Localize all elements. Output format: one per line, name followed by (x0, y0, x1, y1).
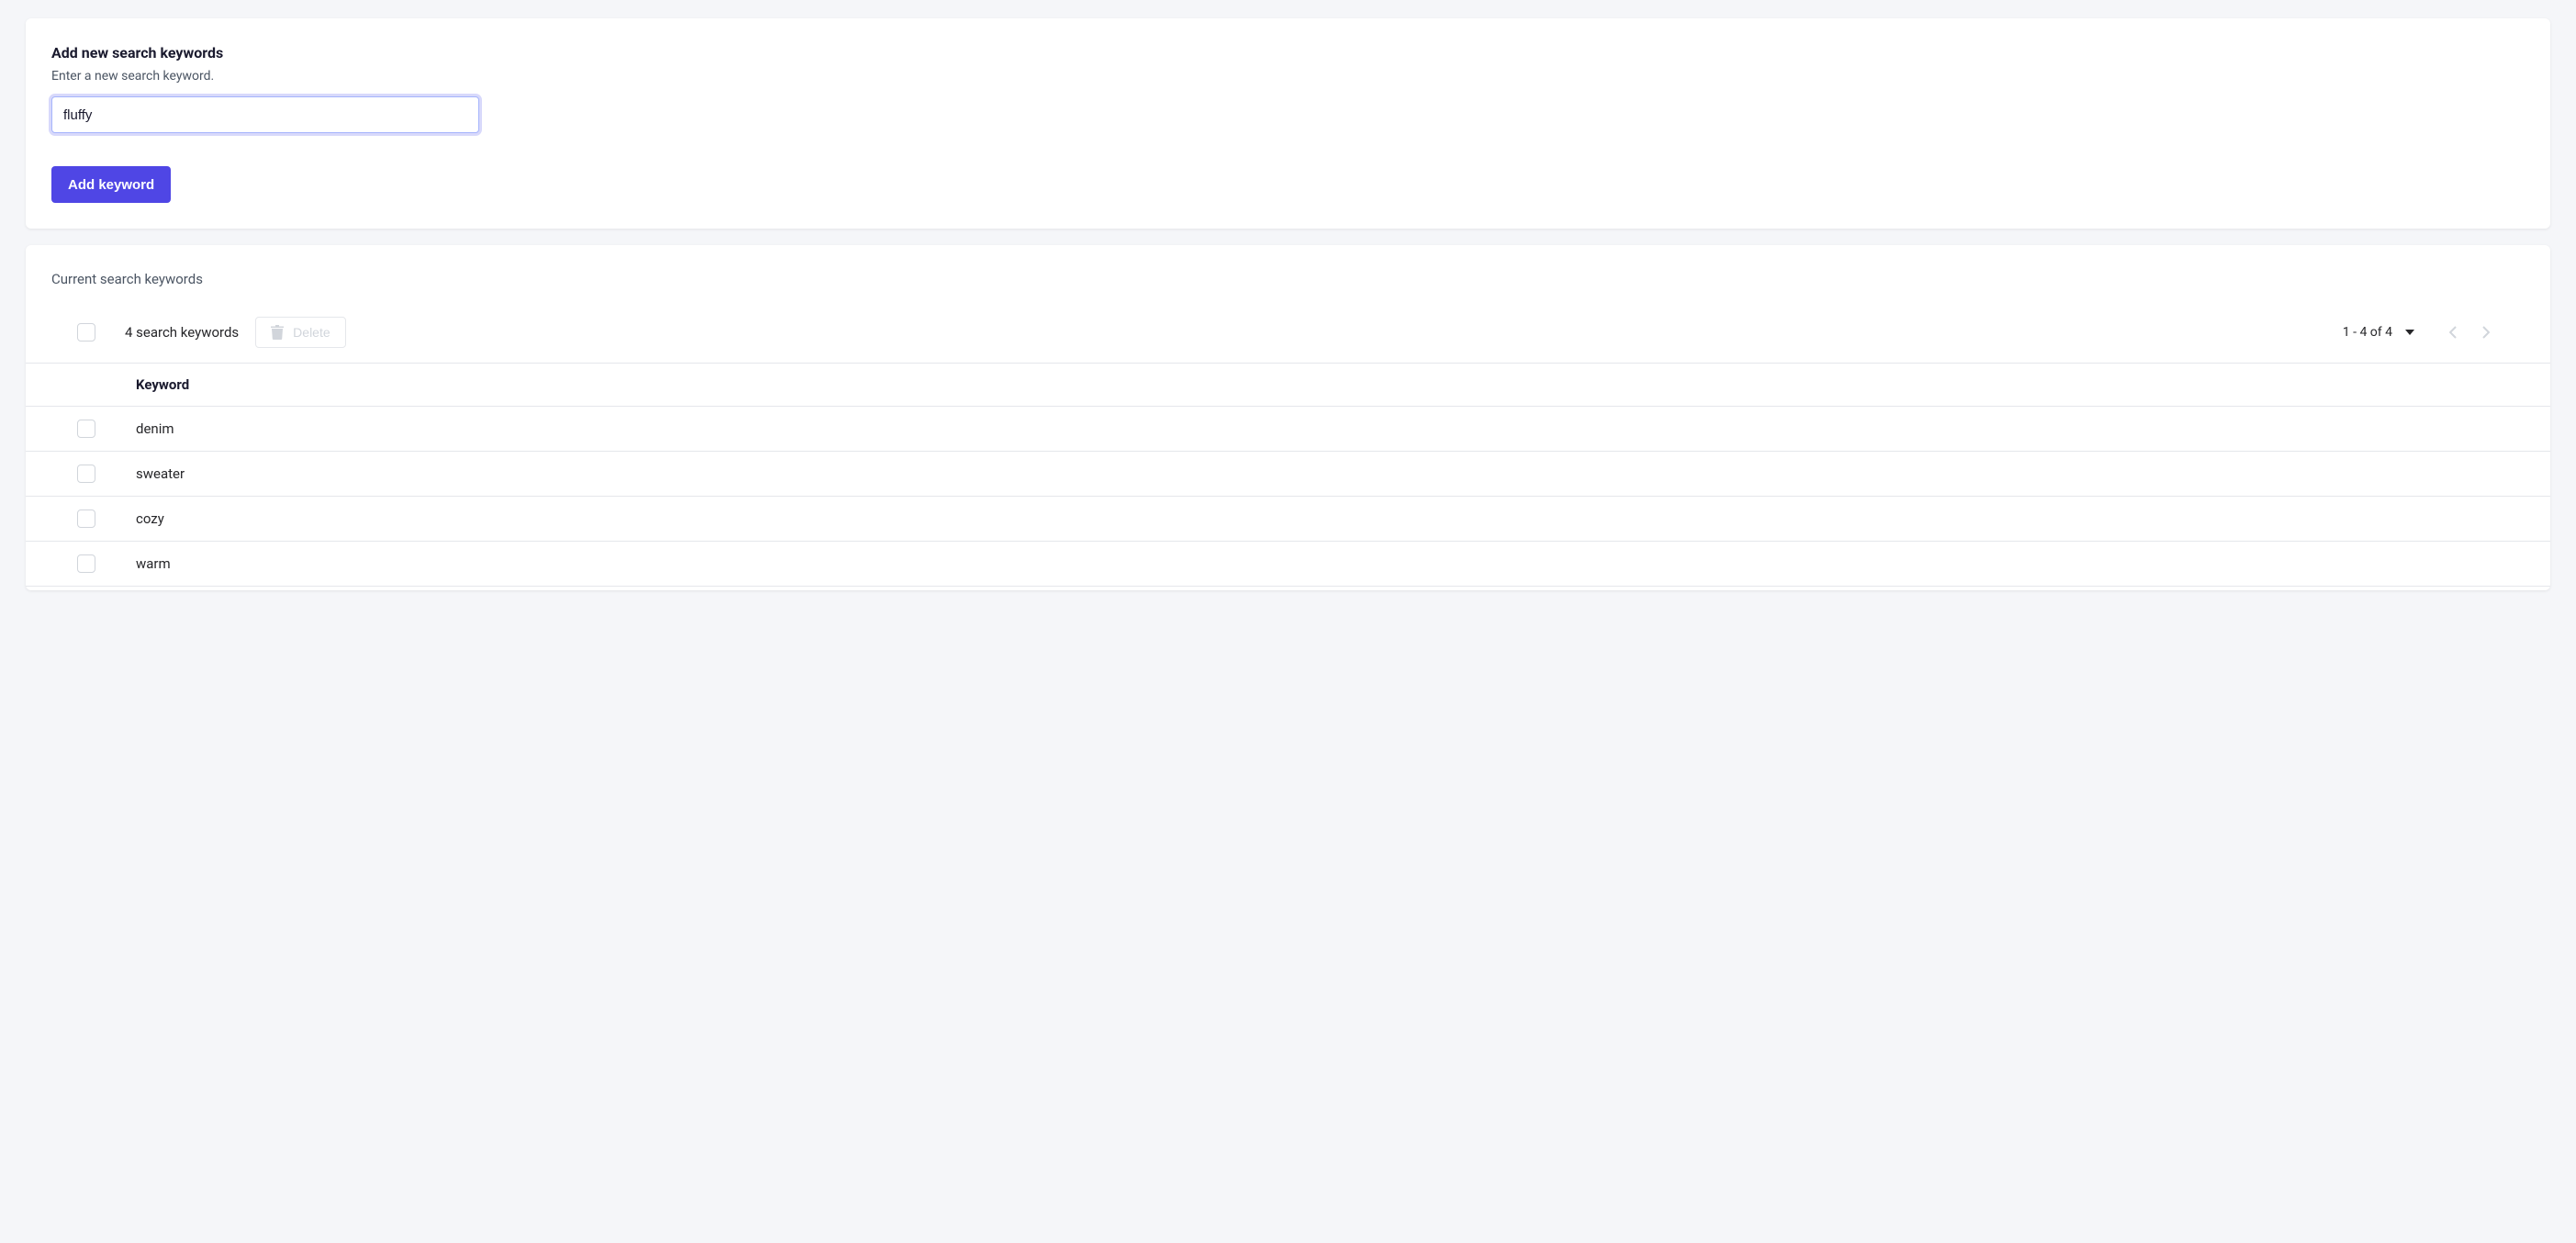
prev-page-button[interactable] (2440, 319, 2466, 345)
keyword-count-label: 4 search keywords (125, 324, 239, 341)
table-row: cozy (26, 497, 2550, 542)
select-all-checkbox[interactable] (77, 323, 95, 342)
table-row: warm (26, 542, 2550, 587)
list-toolbar: 4 search keywords Delete 1 - 4 of 4 (26, 306, 2550, 364)
column-header-keyword: Keyword (136, 376, 189, 393)
add-keyword-card: Add new search keywords Enter a new sear… (26, 18, 2550, 229)
row-checkbox[interactable] (77, 554, 95, 573)
chevron-left-icon (2449, 326, 2457, 339)
keywords-list-card: Current search keywords 4 search keyword… (26, 245, 2550, 590)
keyword-cell: sweater (136, 465, 185, 482)
keyword-input[interactable] (51, 96, 479, 133)
table-row: sweater (26, 452, 2550, 497)
chevron-right-icon (2482, 326, 2490, 339)
row-checkbox[interactable] (77, 420, 95, 438)
form-title: Add new search keywords (51, 44, 2525, 62)
keyword-cell: cozy (136, 510, 164, 527)
section-title: Current search keywords (51, 271, 2525, 287)
row-checkbox[interactable] (77, 465, 95, 483)
add-keyword-button[interactable]: Add keyword (51, 166, 171, 203)
keyword-cell: denim (136, 420, 174, 437)
row-checkbox[interactable] (77, 510, 95, 528)
table-row: denim (26, 407, 2550, 452)
pagination-label: 1 - 4 of 4 (2343, 325, 2392, 340)
trash-icon (271, 325, 284, 340)
page-size-dropdown[interactable] (2405, 330, 2414, 335)
form-subtitle: Enter a new search keyword. (51, 69, 2525, 84)
next-page-button[interactable] (2473, 319, 2499, 345)
keyword-cell: warm (136, 555, 171, 572)
delete-button[interactable]: Delete (255, 317, 345, 348)
delete-button-label: Delete (293, 325, 330, 340)
table-header-row: Keyword (26, 364, 2550, 407)
